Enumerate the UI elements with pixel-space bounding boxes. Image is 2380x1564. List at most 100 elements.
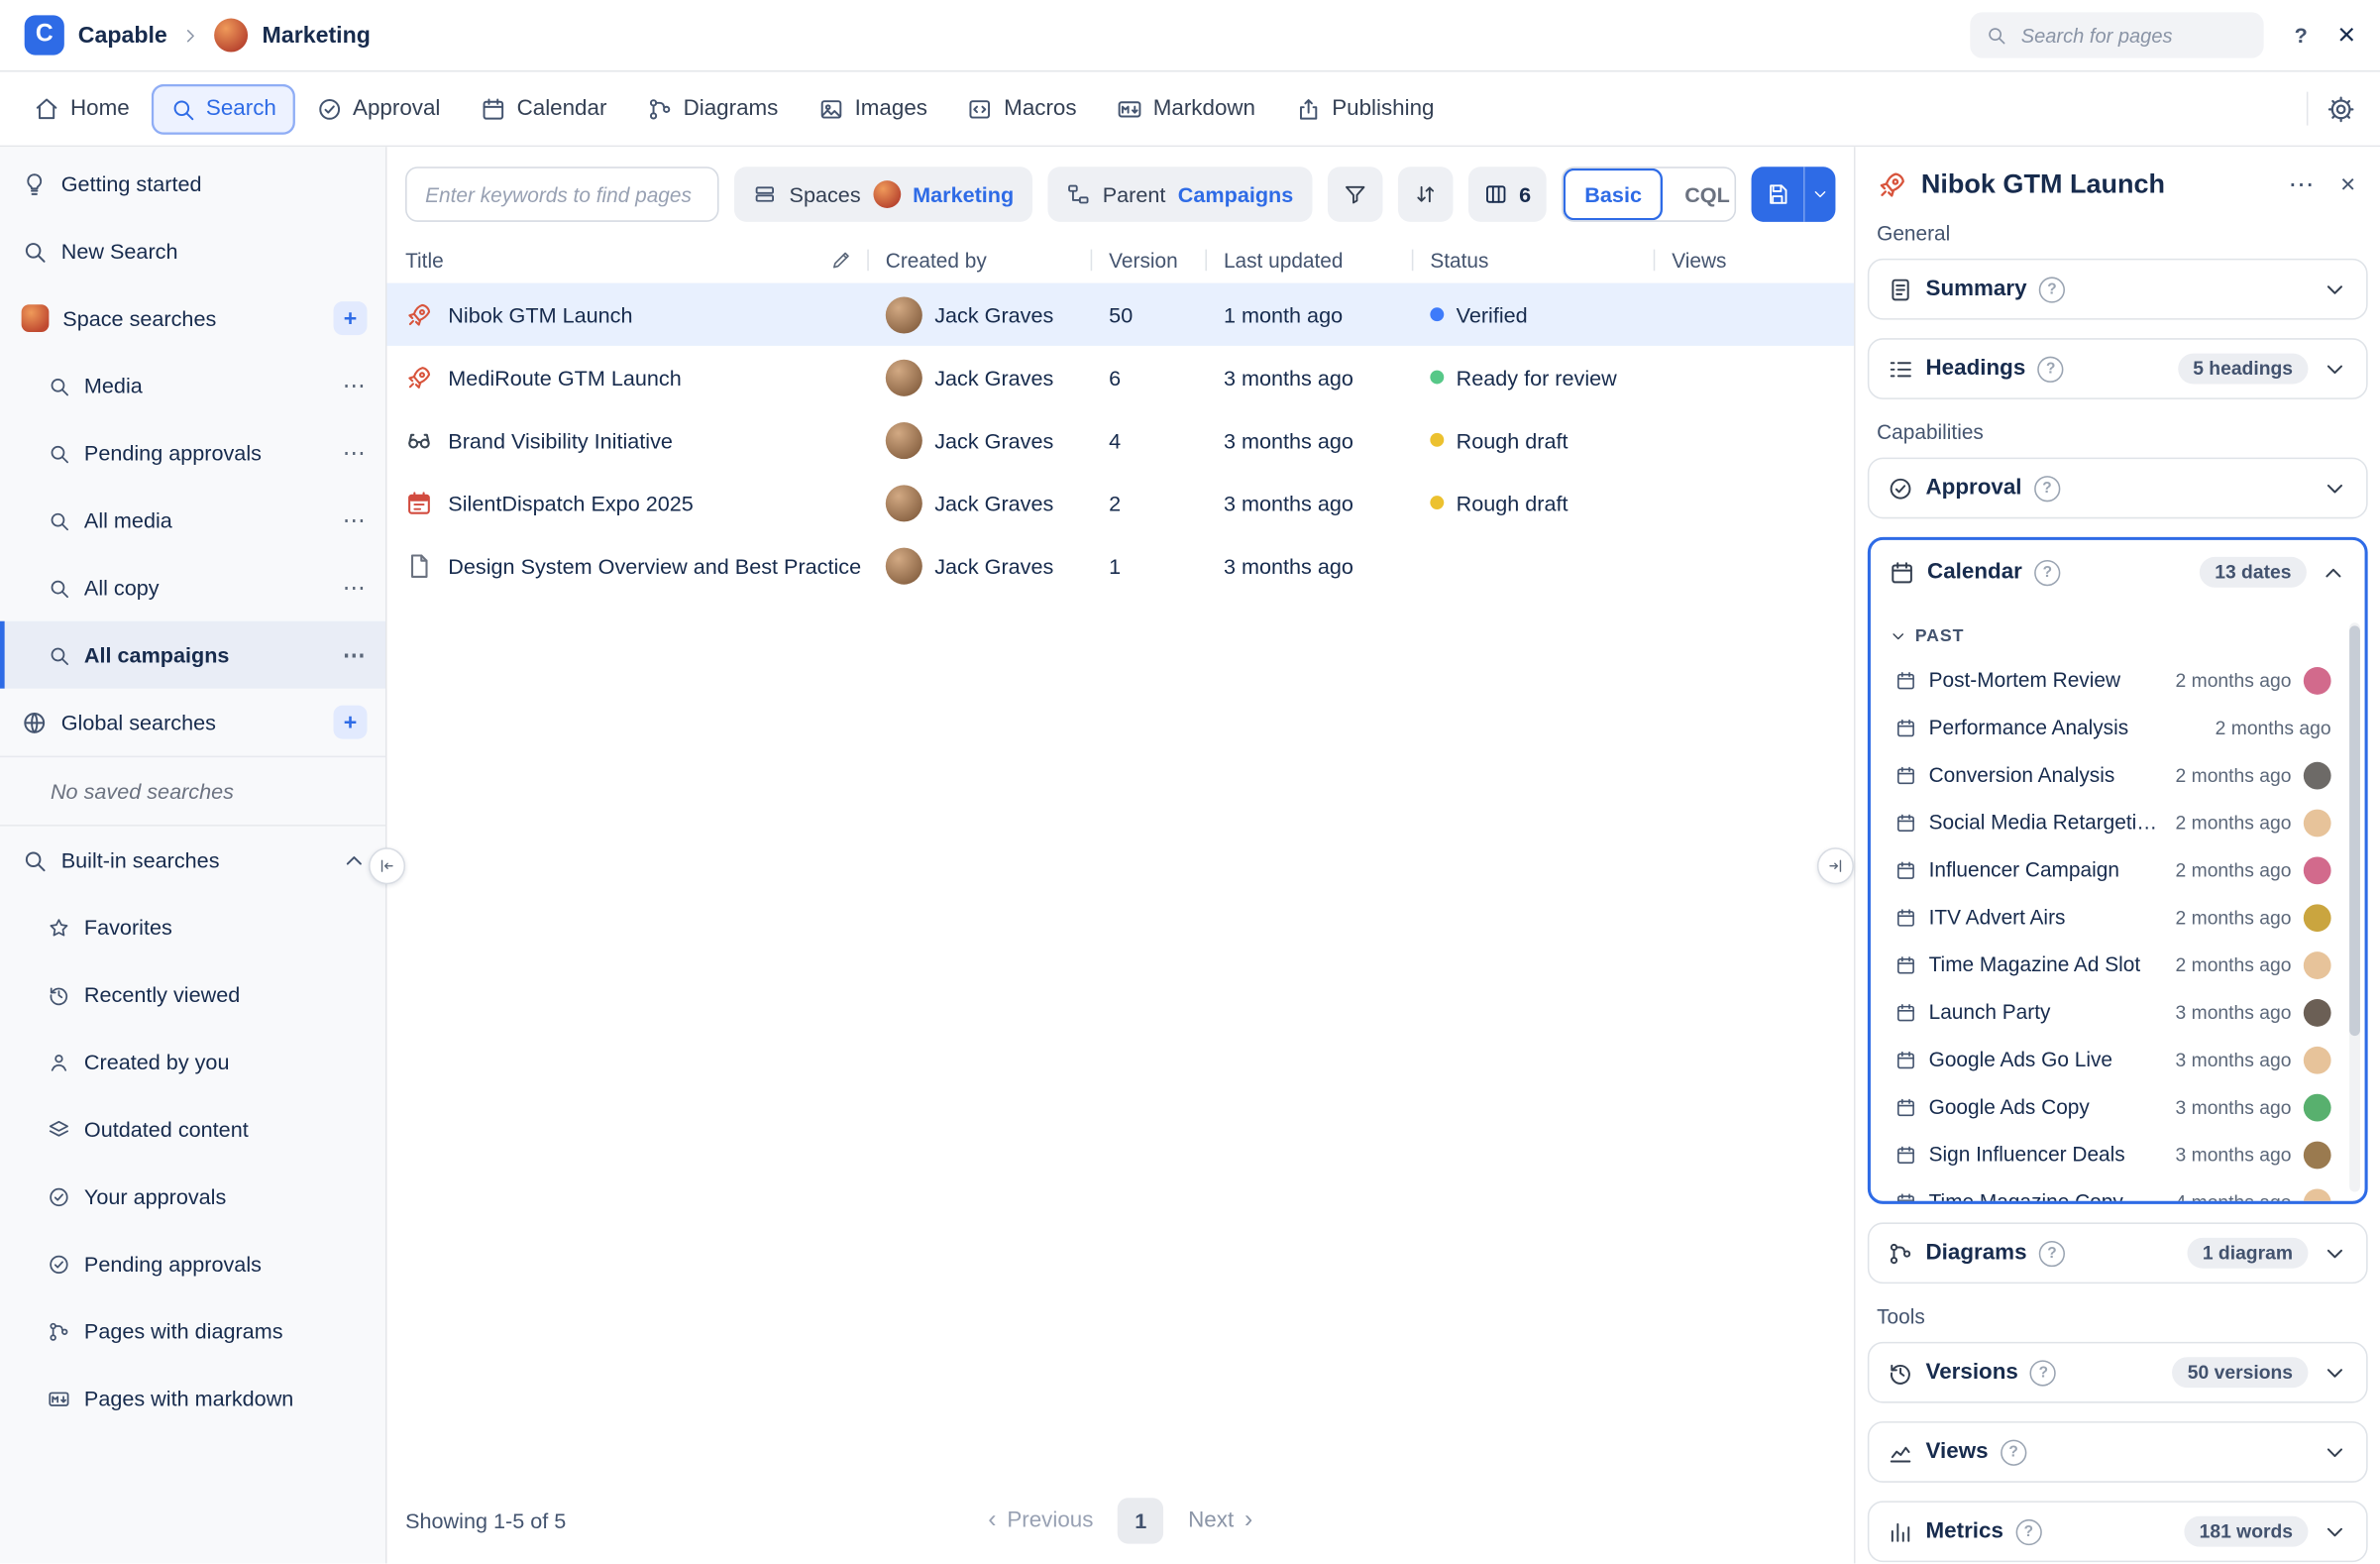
column-header-status[interactable]: Status <box>1412 237 1654 282</box>
help-icon[interactable]: ? <box>2015 1518 2041 1544</box>
mode-cql-button[interactable]: CQL <box>1664 168 1736 220</box>
pencil-icon[interactable] <box>830 250 852 272</box>
nav-item-search[interactable]: Search <box>151 83 294 134</box>
column-header-last-updated[interactable]: Last updated <box>1205 237 1411 282</box>
add-space-search-button[interactable]: + <box>334 301 368 335</box>
nav-item-calendar[interactable]: Calendar <box>462 83 625 134</box>
calendar-event[interactable]: Influencer Campaign 2 months ago <box>1883 846 2358 894</box>
chevron-up-icon[interactable] <box>341 846 367 872</box>
more-options-icon[interactable]: ⋯ <box>343 641 368 669</box>
card-views[interactable]: Views ? <box>1868 1421 2368 1483</box>
card-diagrams[interactable]: Diagrams ? 1 diagram <box>1868 1222 2368 1284</box>
column-header-views[interactable]: Views <box>1654 237 1854 282</box>
calendar-event[interactable]: Performance Analysis 2 months ago <box>1883 704 2358 751</box>
filter-button[interactable] <box>1327 167 1382 222</box>
sidebar-item-pending-approvals[interactable]: Pending approvals ⋯ <box>0 419 385 487</box>
calendar-card-header[interactable]: Calendar ? 13 dates <box>1871 540 2365 605</box>
more-options-icon[interactable]: ⋯ <box>343 506 368 534</box>
mode-basic-button[interactable]: Basic <box>1564 168 1664 220</box>
sidebar-item-created-by-you[interactable]: Created by you <box>0 1028 385 1095</box>
chevron-down-icon[interactable] <box>2322 356 2347 382</box>
table-row[interactable]: Brand Visibility Initiative Jack Graves … <box>387 408 1854 471</box>
sidebar-group-global-searches[interactable]: Global searches + <box>0 689 385 756</box>
chevron-down-icon[interactable] <box>2322 1439 2347 1465</box>
calendar-event[interactable]: Conversion Analysis 2 months ago <box>1883 751 2358 799</box>
nav-item-home[interactable]: Home <box>15 83 148 134</box>
help-icon[interactable]: ? <box>2034 559 2060 585</box>
sidebar-item-media[interactable]: Media ⋯ <box>0 352 385 419</box>
chevron-up-icon[interactable] <box>2321 559 2346 585</box>
page-number-button[interactable]: 1 <box>1118 1499 1163 1544</box>
calendar-event[interactable]: Google Ads Go Live 3 months ago <box>1883 1036 2358 1083</box>
sort-button[interactable] <box>1398 167 1454 222</box>
card-versions[interactable]: Versions ? 50 versions <box>1868 1342 2368 1403</box>
calendar-event[interactable]: Launch Party 3 months ago <box>1883 988 2358 1036</box>
card-headings[interactable]: Headings ? 5 headings <box>1868 338 2368 399</box>
column-header-title[interactable]: Title <box>405 237 867 282</box>
sidebar-item-pending-approvals-builtin[interactable]: Pending approvals <box>0 1230 385 1297</box>
nav-item-macros[interactable]: Macros <box>949 83 1095 134</box>
sidebar-group-built-in-searches[interactable]: Built-in searches <box>0 827 385 894</box>
sidebar-item-new-search[interactable]: New Search <box>0 217 385 284</box>
sidebar-item-your-approvals[interactable]: Your approvals <box>0 1163 385 1230</box>
next-page-button[interactable]: Next › <box>1188 1509 1252 1534</box>
sidebar-item-recently-viewed[interactable]: Recently viewed <box>0 960 385 1028</box>
nav-item-approval[interactable]: Approval <box>297 83 458 134</box>
calendar-event[interactable]: ITV Advert Airs 2 months ago <box>1883 894 2358 942</box>
help-icon[interactable]: ? <box>2034 475 2060 501</box>
sidebar-item-getting-started[interactable]: Getting started <box>0 150 385 217</box>
sidebar-item-all-campaigns[interactable]: All campaigns ⋯ <box>0 621 385 689</box>
breadcrumb-app-name[interactable]: Capable <box>78 22 167 48</box>
nav-item-publishing[interactable]: Publishing <box>1277 83 1453 134</box>
sidebar-collapse-handle[interactable] <box>369 847 405 884</box>
global-search-input[interactable] <box>2018 22 2249 48</box>
table-row[interactable]: Nibok GTM Launch Jack Graves 50 1 month … <box>387 283 1854 346</box>
spaces-filter-chip[interactable]: Spaces Marketing <box>734 167 1032 222</box>
calendar-event[interactable]: Sign Influencer Deals 3 months ago <box>1883 1131 2358 1178</box>
save-options-button[interactable] <box>1805 167 1836 222</box>
add-global-search-button[interactable]: + <box>334 706 368 739</box>
panel-collapse-handle[interactable] <box>1817 847 1854 884</box>
calendar-event[interactable]: Time Magazine Copy 4 months ago <box>1883 1178 2358 1201</box>
help-icon[interactable]: ? <box>2038 356 2064 382</box>
chevron-down-icon[interactable] <box>2322 1240 2347 1266</box>
help-icon[interactable]: ? <box>2039 277 2065 302</box>
sidebar-item-pages-with-markdown[interactable]: Pages with markdown <box>0 1365 385 1432</box>
calendar-event[interactable]: Google Ads Copy 3 months ago <box>1883 1083 2358 1131</box>
calendar-group-past[interactable]: PAST <box>1883 616 2358 656</box>
sidebar-group-space-searches[interactable]: Space searches + <box>0 284 385 352</box>
chevron-down-icon[interactable] <box>2322 1360 2347 1386</box>
app-logo[interactable]: C <box>25 15 64 55</box>
sidebar-item-pages-with-diagrams[interactable]: Pages with diagrams <box>0 1297 385 1365</box>
more-options-icon[interactable]: ⋯ <box>343 439 368 467</box>
card-approval[interactable]: Approval ? <box>1868 458 2368 519</box>
calendar-event[interactable]: Time Magazine Ad Slot 2 months ago <box>1883 941 2358 988</box>
previous-page-button[interactable]: ‹ Previous <box>988 1509 1093 1534</box>
chevron-down-icon[interactable] <box>2322 1518 2347 1544</box>
scrollbar-thumb[interactable] <box>2349 625 2360 1036</box>
table-row[interactable]: Design System Overview and Best Practice… <box>387 534 1854 597</box>
more-options-icon[interactable]: ⋯ <box>343 574 368 602</box>
help-icon[interactable]: ? <box>2030 1360 2056 1386</box>
sidebar-item-all-media[interactable]: All media ⋯ <box>0 487 385 554</box>
save-search-button[interactable] <box>1751 167 1803 222</box>
chevron-down-icon[interactable] <box>2322 277 2347 302</box>
sidebar-item-favorites[interactable]: Favorites <box>0 894 385 961</box>
nav-item-images[interactable]: Images <box>800 83 946 134</box>
sidebar-item-outdated-content[interactable]: Outdated content <box>0 1095 385 1163</box>
nav-item-diagrams[interactable]: Diagrams <box>628 83 797 134</box>
calendar-event[interactable]: Social Media Retargeti… 2 months ago <box>1883 799 2358 846</box>
sidebar-item-all-copy[interactable]: All copy ⋯ <box>0 554 385 621</box>
close-icon[interactable]: × <box>2337 20 2355 51</box>
help-icon[interactable]: ? <box>2039 1240 2065 1266</box>
column-header-created-by[interactable]: Created by <box>867 237 1090 282</box>
columns-button[interactable]: 6 <box>1468 167 1546 222</box>
card-metrics[interactable]: Metrics ? 181 words <box>1868 1501 2368 1562</box>
card-summary[interactable]: Summary ? <box>1868 259 2368 320</box>
chevron-down-icon[interactable] <box>2322 475 2347 501</box>
parent-filter-chip[interactable]: Parent Campaigns <box>1047 167 1312 222</box>
more-options-icon[interactable]: ⋯ <box>343 372 368 399</box>
scrollbar-track[interactable] <box>2349 622 2360 1191</box>
column-header-version[interactable]: Version <box>1091 237 1206 282</box>
more-options-icon[interactable]: ⋯ <box>2282 168 2321 200</box>
